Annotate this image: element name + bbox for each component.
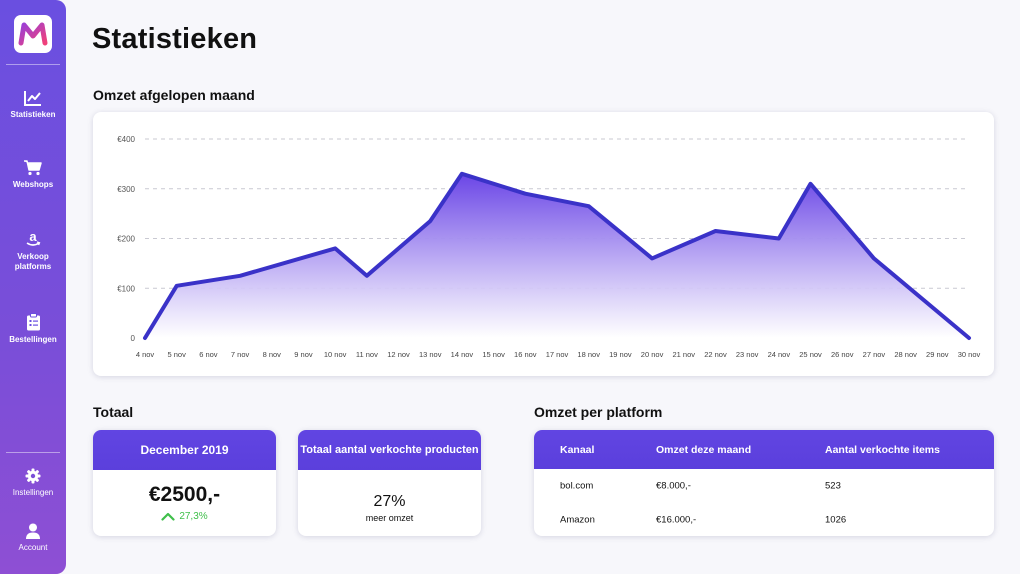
amazon-icon: a	[26, 230, 41, 246]
platform-table: Kanaal Omzet deze maand Aantal verkochte…	[534, 430, 994, 536]
month-revenue-value: €2500,-	[148, 483, 221, 506]
x-tick-label: 5 nov	[168, 350, 187, 359]
platform-section-title: Omzet per platform	[534, 404, 663, 420]
table-row[interactable]: bol.com €8.000,- 523	[534, 469, 994, 503]
x-tick-label: 12 nov	[387, 350, 410, 359]
sidebar-item-bestellingen[interactable]: Bestellingen	[0, 313, 66, 345]
sidebar-item-webshops[interactable]: Webshops	[0, 160, 66, 190]
user-icon	[26, 523, 40, 539]
x-tick-label: 29 nov	[926, 350, 949, 359]
arrow-up-icon	[161, 512, 175, 521]
sidebar-divider	[6, 452, 60, 453]
sidebar: Statistieken Webshops a Verkoop platform…	[0, 0, 66, 574]
products-sold-header: Totaal aantal verkochte producten	[298, 430, 481, 470]
cart-icon	[24, 160, 42, 176]
revenue-change: 27,3%	[93, 511, 276, 522]
sidebar-item-account[interactable]: Account	[0, 523, 66, 553]
sidebar-item-label: Account	[18, 543, 48, 552]
cell-revenue: €8.000,-	[656, 480, 691, 492]
cell-revenue: €16.000,-	[656, 514, 697, 526]
page-title: Statistieken	[92, 23, 258, 55]
sidebar-item-instellingen[interactable]: Instellingen	[0, 468, 66, 498]
sidebar-divider	[6, 64, 60, 65]
cell-channel: Amazon	[560, 514, 595, 526]
revenue-chart: 0 €100 €200 €300 €400 4 nov 5 nov 6 nov 7 nov 8 …	[117, 135, 981, 359]
app-logo[interactable]	[14, 15, 52, 53]
x-tick-label: 13 nov	[419, 350, 442, 359]
cell-items: 523	[825, 480, 841, 492]
totals-section-title: Totaal	[93, 404, 134, 420]
y-tick-label: €300	[117, 185, 135, 194]
sidebar-item-label: Statistieken	[10, 110, 56, 119]
table-row[interactable]: Amazon €16.000,- 1026	[534, 503, 994, 536]
x-tick-label: 27 nov	[863, 350, 886, 359]
x-tick-label: 10 nov	[324, 350, 347, 359]
gear-icon	[25, 468, 41, 484]
x-tick-label: 11 nov	[356, 350, 378, 359]
x-tick-label: 6 nov	[199, 350, 218, 359]
logo-m-icon	[18, 22, 48, 46]
x-tick-label: 24 nov	[768, 350, 791, 359]
y-tick-label: 0	[131, 334, 136, 343]
sidebar-item-verkoop-platforms[interactable]: a Verkoop platforms	[0, 230, 66, 272]
x-tick-label: 15 nov	[482, 350, 505, 359]
x-tick-label: 9 nov	[294, 350, 313, 359]
products-sold-value: 27%	[373, 493, 406, 510]
revenue-change-value: 27,3%	[179, 511, 208, 522]
products-sold-card: Totaal aantal verkochte producten 27% me…	[298, 430, 481, 536]
y-tick-label: €400	[117, 135, 135, 144]
x-tick-label: 7 nov	[231, 350, 250, 359]
month-revenue-header: December 2019	[93, 430, 276, 470]
sidebar-item-statistieken[interactable]: Statistieken	[0, 90, 66, 120]
x-tick-label: 4 nov	[136, 350, 155, 359]
x-tick-label: 18 nov	[577, 350, 600, 359]
x-tick-label: 25 nov	[799, 350, 822, 359]
svg-text:a: a	[29, 230, 37, 244]
x-tick-label: 26 nov	[831, 350, 854, 359]
table-header: Kanaal Omzet deze maand Aantal verkochte…	[534, 430, 994, 469]
sidebar-item-label: Verkoop platforms	[14, 252, 52, 271]
x-tick-label: 28 nov	[894, 350, 917, 359]
cell-channel: bol.com	[560, 480, 594, 492]
x-tick-label: 8 nov	[263, 350, 282, 359]
x-tick-label: 30 nov	[958, 350, 981, 359]
column-header-omzet: Omzet deze maand	[656, 443, 752, 456]
y-tick-label: €100	[117, 284, 135, 293]
x-tick-label: 19 nov	[609, 350, 632, 359]
cell-items: 1026	[825, 514, 847, 526]
chart-line-icon	[24, 91, 41, 106]
clipboard-icon	[26, 313, 40, 331]
x-tick-label: 14 nov	[451, 350, 474, 359]
x-tick-label: 23 nov	[736, 350, 759, 359]
x-tick-label: 22 nov	[704, 350, 727, 359]
y-tick-label: €200	[117, 235, 135, 244]
x-tick-label: 21 nov	[673, 350, 696, 359]
products-sold-subtitle: meer omzet	[365, 513, 414, 523]
column-header-aantal: Aantal verkochte items	[825, 443, 940, 456]
sidebar-item-label: Webshops	[12, 180, 54, 189]
sidebar-item-label: Bestellingen	[9, 335, 57, 344]
column-header-kanaal: Kanaal	[560, 443, 595, 456]
month-revenue-card: December 2019 €2500,- 27,3%	[93, 430, 276, 536]
revenue-section-title: Omzet afgelopen maand	[93, 87, 255, 103]
sidebar-item-label: Instellingen	[12, 488, 54, 497]
x-tick-label: 17 nov	[546, 350, 569, 359]
revenue-chart-card: 0 €100 €200 €300 €400 4 nov 5 nov 6 nov 7 nov 8 …	[93, 112, 994, 376]
x-tick-label: 16 nov	[514, 350, 537, 359]
x-tick-label: 20 nov	[641, 350, 664, 359]
